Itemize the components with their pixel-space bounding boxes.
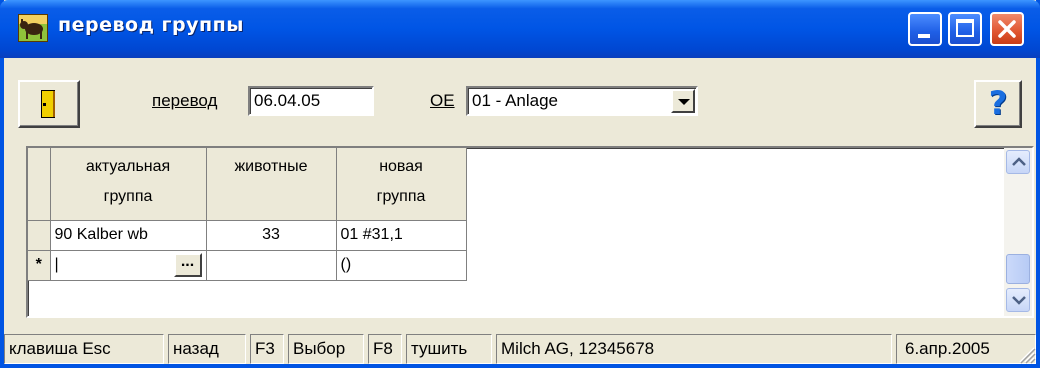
oe-select[interactable]: 01 - Anlage [466,86,698,116]
status-key-esc: клавиша Esc [4,334,164,364]
status-company: Milch AG, 12345678 [496,334,892,364]
oe-label: OE [430,91,455,110]
cell-current-group[interactable]: 90 Kalber wb [50,220,207,251]
row-selector-header [28,148,51,221]
door-exit-icon [41,90,55,118]
scroll-up-button[interactable] [1006,150,1030,174]
cell-new-group[interactable]: 01 #31,1 [336,220,467,251]
column-header-new-group[interactable]: новая группа [336,148,467,221]
exit-button[interactable] [18,80,80,128]
chevron-down-icon[interactable] [671,89,695,113]
transfer-date-field[interactable]: 06.04.05 [248,86,374,116]
close-button[interactable] [990,12,1024,46]
window-title: перевод группы [58,14,244,36]
status-back: назад [168,334,246,364]
minimize-button[interactable] [908,12,942,46]
grid-header-row: актуальная группа животные новая группа [28,148,467,221]
scroll-down-button[interactable] [1006,288,1030,312]
status-bar: клавиша Esc назад F3 Выбор F8 тушить Mil… [4,334,1036,364]
help-button[interactable]: ? [974,80,1022,128]
column-header-current-group[interactable]: актуальная группа [50,148,207,221]
close-icon [998,20,1016,38]
transfer-date-label: перевод [152,91,218,110]
table-row[interactable]: 90 Kalber wb 33 01 #31,1 [28,220,467,251]
status-delete: тушить [406,334,492,364]
cell-new-animals[interactable] [206,250,337,281]
new-table-row[interactable]: * | ... () [28,250,467,281]
status-select: Выбор [288,334,364,364]
transfer-group-window: перевод группы перевод 06.04.05 OE 01 - [0,0,1040,368]
oe-select-value: 01 - Anlage [472,91,559,110]
column-header-animals[interactable]: животные [206,148,337,221]
cell-animals[interactable]: 33 [206,220,337,251]
maximize-icon [956,19,974,37]
resize-grip-icon[interactable] [1014,342,1036,364]
scroll-thumb[interactable] [1006,254,1030,284]
vertical-scrollbar[interactable] [1004,148,1032,316]
chevron-up-icon [1012,157,1026,166]
lookup-button[interactable]: ... [173,252,202,277]
new-row-marker: * [28,250,51,281]
help-question-icon: ? [988,84,1008,122]
transfer-grid[interactable]: актуальная группа животные новая группа … [26,146,1034,318]
cell-new-new-group[interactable]: () [336,250,467,281]
status-f3: F3 [250,334,284,364]
row-selector[interactable] [28,220,51,251]
cell-new-current-group[interactable]: | ... [50,250,207,281]
minimize-icon [918,34,930,38]
toolbar: перевод 06.04.05 OE 01 - Anlage ? [4,58,1036,146]
cow-icon [18,14,48,42]
maximize-button[interactable] [948,12,982,46]
status-f8: F8 [368,334,402,364]
chevron-down-icon [1012,296,1026,305]
title-bar[interactable]: перевод группы [0,0,1040,58]
text-cursor: | [54,256,59,273]
